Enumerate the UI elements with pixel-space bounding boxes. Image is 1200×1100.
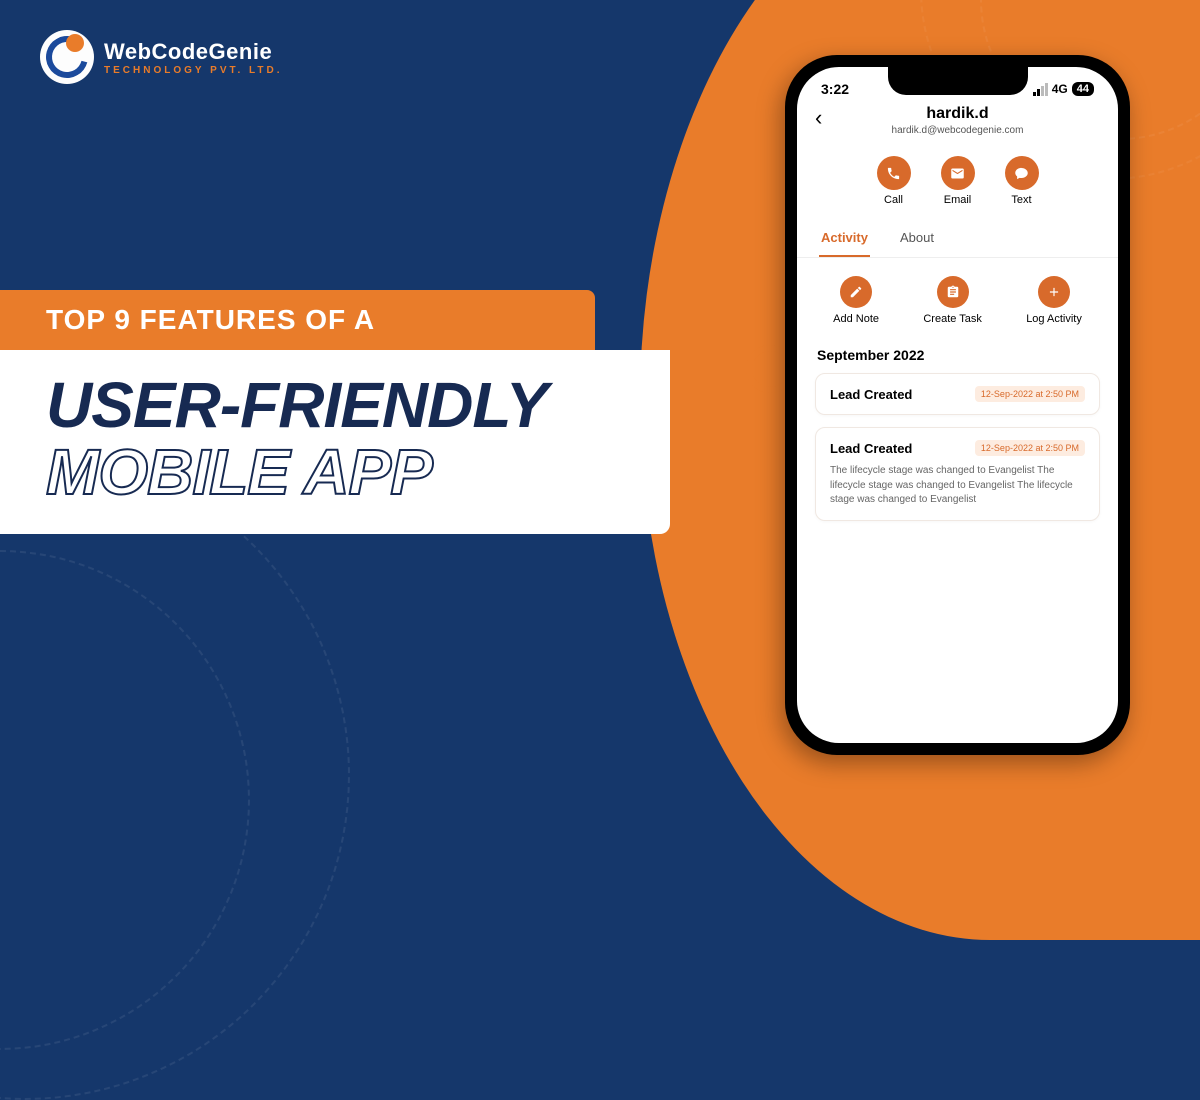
phone-notch — [888, 67, 1028, 95]
log-activity-label: Log Activity — [1026, 313, 1082, 325]
task-icon — [937, 276, 969, 308]
connector-line — [665, 353, 780, 373]
call-button[interactable]: Call — [877, 156, 911, 206]
brand-mark-icon — [40, 30, 94, 84]
headline: TOP 9 FEATURES OF A USER-FRIENDLY MOBILE… — [0, 290, 670, 534]
text-label: Text — [1011, 194, 1031, 206]
phone-screen: 3:22 4G 44 ‹ hardik.d hardik.d@webcodege… — [797, 67, 1118, 743]
card-body: The lifecycle stage was changed to Evang… — [830, 464, 1085, 508]
plus-icon — [1038, 276, 1070, 308]
add-note-label: Add Note — [833, 313, 879, 325]
phone-mockup: 3:22 4G 44 ‹ hardik.d hardik.d@webcodege… — [785, 55, 1130, 755]
brand-name: WebCodeGenie — [104, 39, 283, 65]
feed-card[interactable]: Lead Created 12-Sep-2022 at 2:50 PM The … — [815, 427, 1100, 521]
contact-name: hardik.d — [815, 105, 1100, 123]
tab-about[interactable]: About — [898, 220, 936, 257]
call-label: Call — [884, 194, 903, 206]
log-activity-button[interactable]: Log Activity — [1026, 276, 1082, 325]
envelope-icon — [941, 156, 975, 190]
headline-line1: USER-FRIENDLY — [46, 372, 670, 439]
card-title: Lead Created — [830, 387, 912, 402]
phone-icon — [877, 156, 911, 190]
create-task-label: Create Task — [923, 313, 982, 325]
email-button[interactable]: Email — [941, 156, 975, 206]
chat-icon — [1005, 156, 1039, 190]
network-label: 4G — [1052, 82, 1068, 96]
back-icon[interactable]: ‹ — [815, 105, 822, 131]
brand-tagline: TECHNOLOGY PVT. LTD. — [104, 65, 283, 76]
tab-activity[interactable]: Activity — [819, 220, 870, 257]
note-icon — [840, 276, 872, 308]
add-note-button[interactable]: Add Note — [833, 276, 879, 325]
feed-card[interactable]: Lead Created 12-Sep-2022 at 2:50 PM — [815, 373, 1100, 415]
feed-month: September 2022 — [815, 341, 1100, 373]
contact-email: hardik.d@webcodegenie.com — [815, 125, 1100, 136]
email-label: Email — [944, 194, 972, 206]
signal-icon — [1033, 83, 1048, 96]
card-title: Lead Created — [830, 441, 912, 456]
tab-bar: Activity About — [797, 220, 1118, 258]
card-timestamp: 12-Sep-2022 at 2:50 PM — [975, 386, 1085, 402]
activity-feed: September 2022 Lead Created 12-Sep-2022 … — [797, 337, 1118, 533]
battery-icon: 44 — [1072, 82, 1094, 96]
text-button[interactable]: Text — [1005, 156, 1039, 206]
headline-pre: TOP 9 FEATURES OF A — [0, 290, 595, 350]
brand-logo: WebCodeGenie TECHNOLOGY PVT. LTD. — [40, 30, 283, 84]
create-task-button[interactable]: Create Task — [923, 276, 982, 325]
card-timestamp: 12-Sep-2022 at 2:50 PM — [975, 440, 1085, 456]
decorative-arc — [0, 450, 350, 1100]
headline-line2: MOBILE APP — [46, 439, 670, 506]
status-time: 3:22 — [821, 81, 849, 97]
